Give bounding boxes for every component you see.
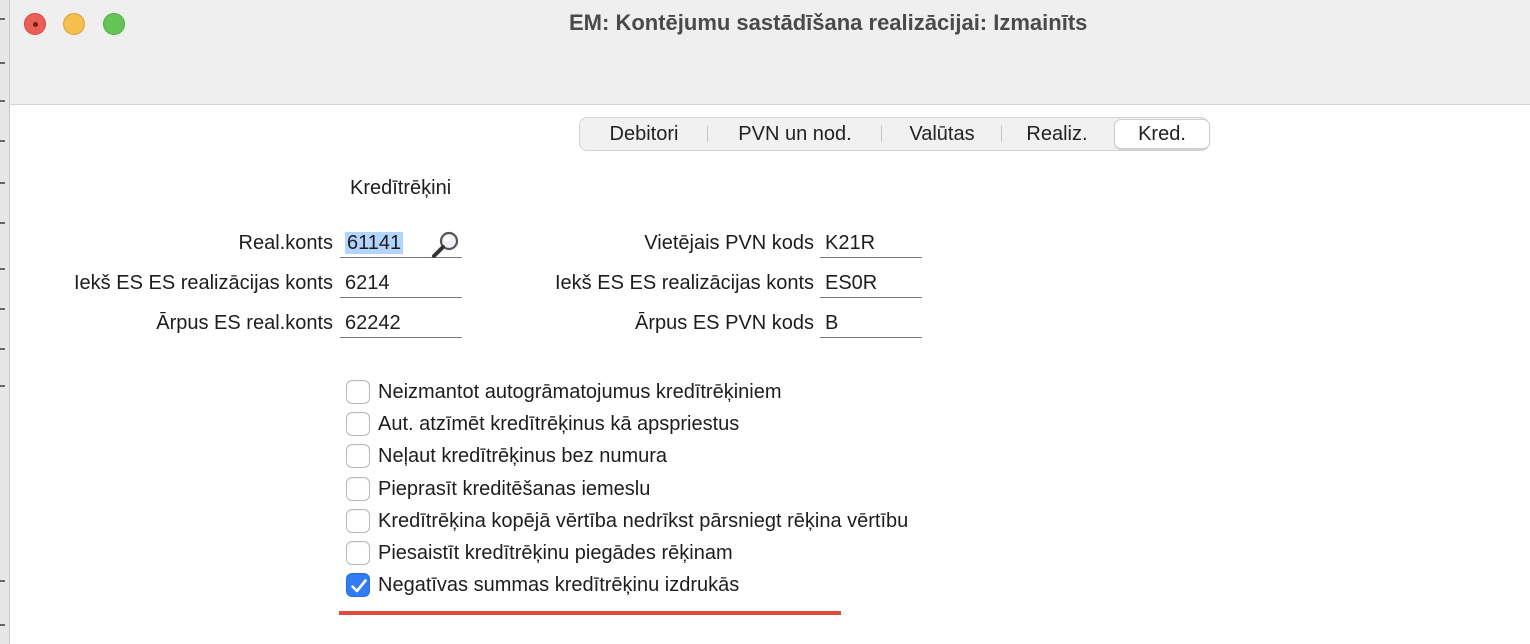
checkbox-checked[interactable] (346, 573, 370, 597)
background-text-fragment (0, 624, 5, 626)
tab-bar: Debitori PVN un nod. Valūtas Realiz. Kre… (579, 117, 1210, 151)
background-text-fragment (0, 268, 5, 270)
background-window-edge (0, 0, 10, 644)
arpus-es-konts-label: Ārpus ES real.konts (156, 312, 333, 334)
ieks-es-konts-label: Iekš ES ES realizācijas konts (74, 272, 333, 294)
section-heading: Kredītrēķini (350, 177, 452, 199)
checkbox-label: Neizmantot autogrāmatojumus kredītrēķini… (378, 381, 782, 403)
tab-realiz[interactable]: Realiz. (1002, 118, 1112, 150)
arpus-es-pvn-kods-field[interactable]: B (820, 310, 922, 338)
window-title: EM: Kontējumu sastādīšana realizācijai: … (569, 10, 1088, 35)
checkbox-label: Negatīvas summas kredītrēķinu izdrukās (378, 574, 740, 596)
background-text-fragment (0, 18, 5, 20)
tab-debitori[interactable]: Debitori (580, 118, 708, 150)
arpus-es-konts-field[interactable]: 62242 (340, 310, 462, 338)
background-text-fragment (0, 580, 5, 582)
checkbox-label: Kredītrēķina kopējā vērtība nedrīkst pār… (378, 510, 909, 532)
vietejais-pvn-kods-field[interactable]: K21R (820, 230, 922, 258)
checkbox[interactable] (346, 412, 370, 436)
tab-pvn-un-nod[interactable]: PVN un nod. (708, 118, 882, 150)
close-window-button[interactable] (24, 13, 46, 35)
zoom-window-button[interactable] (103, 13, 125, 35)
checkbox[interactable] (346, 444, 370, 468)
ieks-es-pvn-label: Iekš ES ES realizācijas konts (555, 272, 814, 294)
checkbox[interactable] (346, 477, 370, 501)
checkbox-label: Aut. atzīmēt kredītrēķinus kā apspriestu… (378, 413, 740, 435)
checkbox[interactable] (346, 541, 370, 565)
checkbox-label: Pieprasīt kreditēšanas iemeslu (378, 478, 651, 500)
background-text-fragment (0, 222, 5, 224)
checkbox[interactable] (346, 380, 370, 404)
annotation-underline (339, 611, 841, 615)
magnifier-icon[interactable] (430, 230, 464, 260)
background-text-fragment (0, 140, 5, 142)
ieks-es-konts-field[interactable]: 6214 (340, 270, 462, 298)
background-text-fragment (0, 348, 5, 350)
minimize-window-button[interactable] (63, 13, 85, 35)
background-text-fragment (0, 308, 5, 310)
background-text-fragment (0, 385, 5, 387)
background-text-fragment (0, 182, 5, 184)
checkbox[interactable] (346, 509, 370, 533)
arpus-es-pvn-kods-label: Ārpus ES PVN kods (635, 312, 814, 334)
checkbox-label: Piesaistīt kredītrēķinu piegādes rēķinam (378, 542, 733, 564)
settings-window: EM: Kontējumu sastādīšana realizācijai: … (9, 0, 1530, 644)
background-text-fragment (0, 100, 5, 102)
vietejais-pvn-kods-label: Vietējais PVN kods (644, 232, 814, 254)
tab-kred[interactable]: Kred. (1114, 119, 1210, 149)
checkbox-label: Neļaut kredītrēķinus bez numura (378, 445, 668, 467)
real-konts-value: 61141 (345, 232, 404, 254)
checkmark-icon (351, 579, 367, 593)
background-text-fragment (0, 62, 5, 64)
tab-valutas[interactable]: Valūtas (882, 118, 1002, 150)
real-konts-label: Real.konts (238, 232, 334, 254)
close-dot-icon (33, 22, 38, 27)
title-bar: EM: Kontējumu sastādīšana realizācijai: … (9, 0, 1530, 105)
ieks-es-pvn-field[interactable]: ES0R (820, 270, 922, 298)
